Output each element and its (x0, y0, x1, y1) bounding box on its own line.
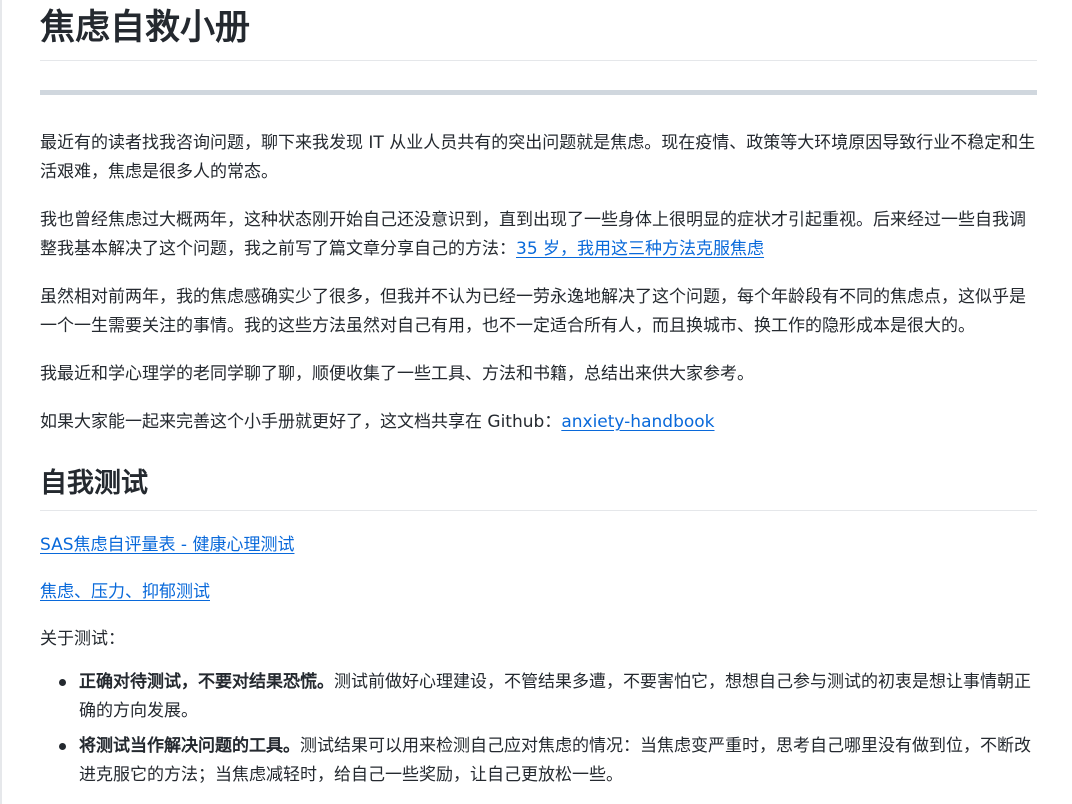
sas-test-link[interactable]: SAS焦虑自评量表 - 健康心理测试 (40, 535, 294, 555)
intro-paragraph-4: 我最近和学心理学的老同学聊了聊，顺便收集了一些工具、方法和书籍，总结出来供大家参… (40, 364, 754, 384)
list-item-bold: 正确对待测试，不要对结果恐慌。 (79, 672, 334, 692)
list-item: 正确对待测试，不要对结果恐慌。测试前做好心理建设，不管结果多遭，不要害怕它，想想… (59, 668, 1037, 726)
intro-paragraph-3: 虽然相对前两年，我的焦虑感确实少了很多，但我并不认为已经一劳永逸地解决了这个问题… (40, 287, 1026, 336)
test-tips-list: 正确对待测试，不要对结果恐慌。测试前做好心理建设，不管结果多遭，不要害怕它，想想… (40, 668, 1037, 790)
sas-test-paragraph: SAS焦虑自评量表 - 健康心理测试 (40, 531, 1037, 560)
bullet-icon (59, 679, 66, 686)
intro-paragraph-5-text: 如果大家能一起来完善这个小手册就更好了，这文档共享在 Github： (40, 412, 562, 432)
section-divider (40, 90, 1037, 95)
about-test-label: 关于测试： (40, 629, 125, 649)
left-border (0, 0, 2, 804)
self-test-heading: 自我测试 (40, 468, 148, 499)
intro-paragraph-5: 如果大家能一起来完善这个小手册就更好了，这文档共享在 Github：anxiet… (40, 408, 1037, 437)
list-item: 将测试当作解决问题的工具。测试结果可以用来检测自己应对焦虑的情况：当焦虑变严重时… (59, 732, 1037, 790)
list-item-bold: 将测试当作解决问题的工具。 (79, 736, 300, 756)
bullet-icon (59, 743, 66, 750)
github-repo-link[interactable]: anxiety-handbook (561, 412, 714, 432)
page-title: 焦虑自救小册 (40, 8, 251, 48)
self-test-divider (40, 510, 1037, 511)
title-divider (40, 60, 1037, 61)
intro-paragraph-2: 我也曾经焦虑过大概两年，这种状态刚开始自己还没意识到，直到出现了一些身体上很明显… (40, 206, 1037, 264)
anxiety-stress-depression-test-link[interactable]: 焦虑、压力、抑郁测试 (40, 582, 210, 602)
document-body: 焦虑自救小册 最近有的读者找我咨询问题，聊下来我发现 IT 从业人员共有的突出问… (40, 0, 1037, 796)
stress-test-paragraph: 焦虑、压力、抑郁测试 (40, 578, 1037, 607)
overcome-anxiety-article-link[interactable]: 35 岁，我用这三种方法克服焦虑 (516, 239, 764, 259)
intro-paragraph-1: 最近有的读者找我咨询问题，聊下来我发现 IT 从业人员共有的突出问题就是焦虑。现… (40, 133, 1036, 182)
